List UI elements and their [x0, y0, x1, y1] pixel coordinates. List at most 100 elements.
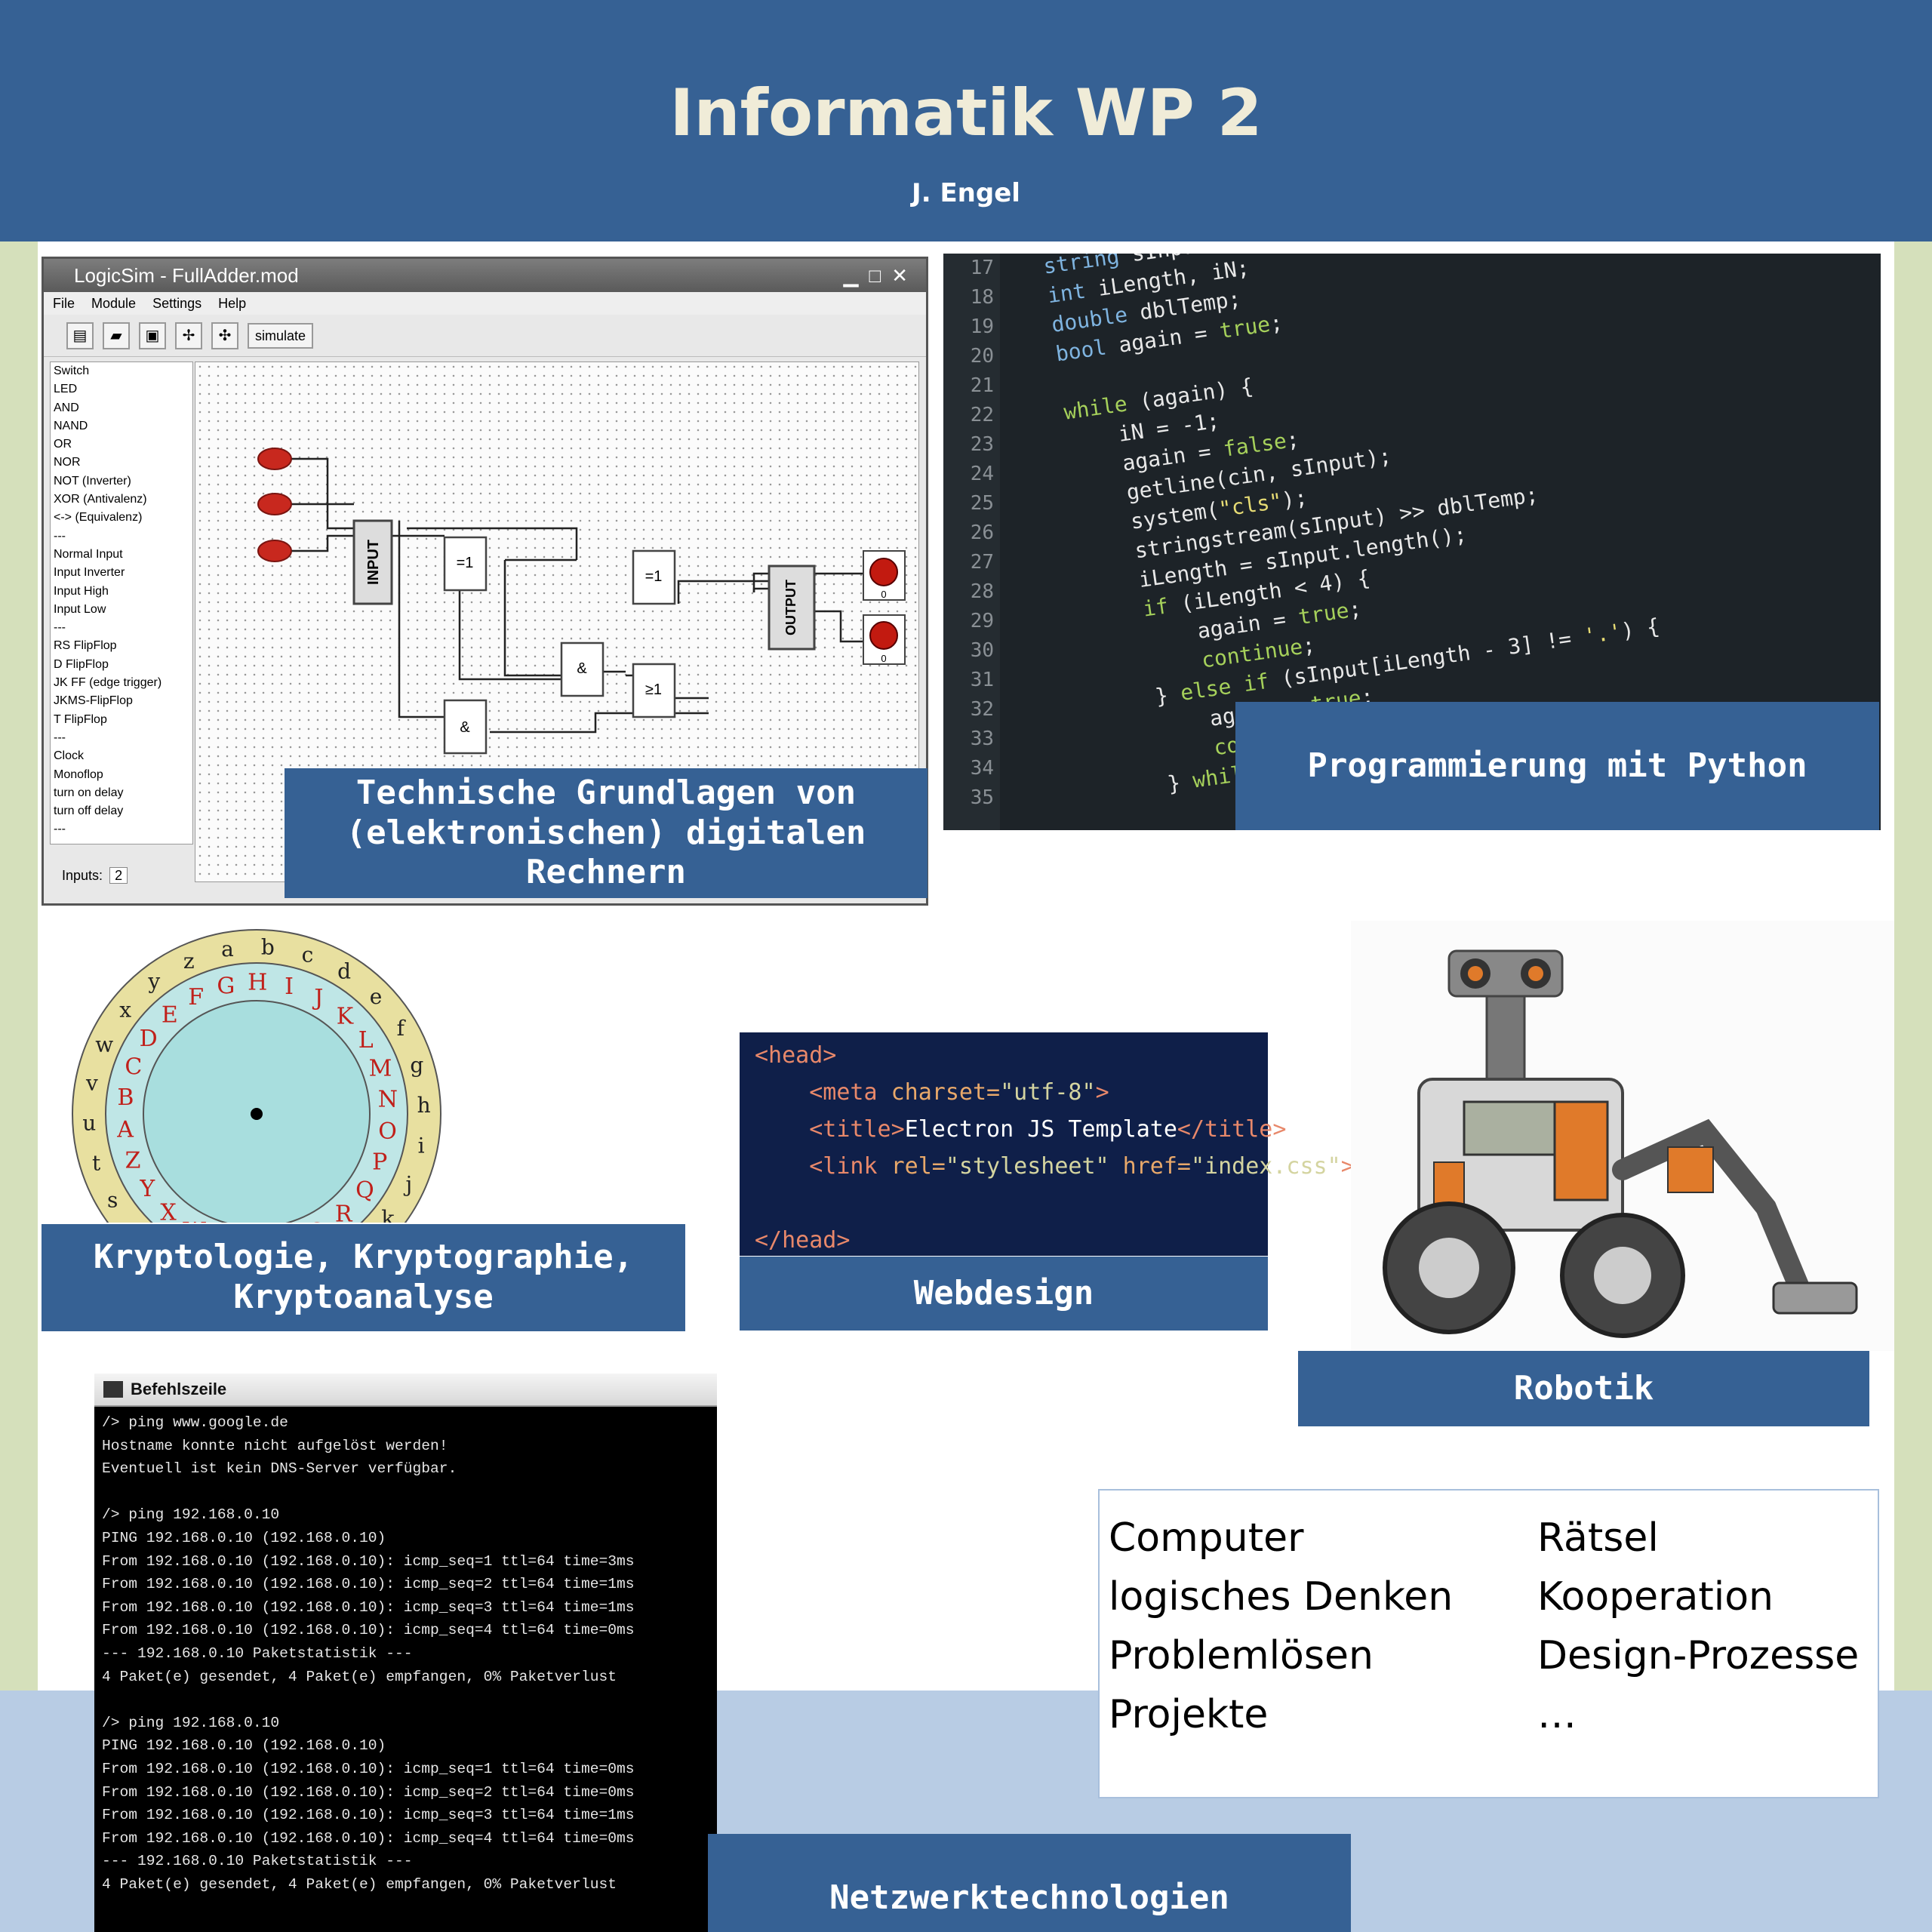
- code-token: charset=: [877, 1079, 1001, 1106]
- xor-gate-2-label: =1: [645, 568, 663, 585]
- line-number: 34: [970, 757, 994, 780]
- inputs-control: Inputs: 2: [62, 867, 128, 884]
- list-item[interactable]: AND: [54, 399, 192, 417]
- cipher-letter: L: [358, 1027, 374, 1054]
- list-item[interactable]: NAND: [54, 417, 192, 435]
- list-item[interactable]: XOR (Antivalenz): [54, 491, 192, 509]
- line-number: 31: [970, 669, 994, 691]
- inputs-label: Inputs:: [62, 868, 103, 883]
- code-token: </head>: [755, 1227, 851, 1254]
- terminal-output[interactable]: /> ping www.google.de Hostname konnte nic…: [94, 1407, 717, 1900]
- list-item[interactable]: Input Inverter: [54, 564, 192, 582]
- line-number-gutter: 17 18 19 20 21 22 23 24 25 26 27 28 29 3…: [943, 254, 1000, 830]
- list-item[interactable]: NOR: [54, 454, 192, 472]
- cipher-letter: e: [370, 984, 383, 1009]
- list-item[interactable]: JKMS-FlipFlop: [54, 692, 192, 710]
- code-token: "index.css": [1191, 1153, 1341, 1180]
- new-file-icon[interactable]: ▤: [66, 321, 94, 349]
- topic-item: Design-Prozesse: [1537, 1633, 1860, 1678]
- lego-robot-illustration: [1383, 949, 1858, 1338]
- list-item[interactable]: T FlipFlop: [54, 711, 192, 729]
- save-icon[interactable]: ▣: [139, 321, 166, 349]
- cipher-letter: M: [369, 1056, 392, 1082]
- menu-help[interactable]: Help: [218, 296, 246, 312]
- open-folder-icon[interactable]: ▰: [103, 321, 130, 349]
- list-item[interactable]: turn off delay: [54, 802, 192, 820]
- code-token: <link: [809, 1153, 878, 1180]
- list-item[interactable]: OR: [54, 435, 192, 454]
- label-webdesign: Webdesign: [740, 1257, 1268, 1331]
- list-item[interactable]: Input Low: [54, 601, 192, 619]
- cipher-letter: P: [372, 1149, 387, 1176]
- terminal-line: From 192.168.0.10 (192.168.0.10): icmp_s…: [102, 1598, 635, 1616]
- cipher-letter: N: [378, 1087, 398, 1113]
- terminal-icon: [103, 1381, 123, 1398]
- cipher-letter: E: [162, 1002, 178, 1029]
- disk-center: [251, 1108, 263, 1120]
- menu-settings[interactable]: Settings: [152, 296, 202, 312]
- logicsim-titlebar: LogicSim - FullAdder.mod ▁□✕: [44, 259, 926, 292]
- line-number: 32: [970, 698, 994, 721]
- line-number: 29: [970, 610, 994, 632]
- menu-file[interactable]: File: [53, 296, 75, 312]
- list-item[interactable]: NOT (Inverter): [54, 472, 192, 491]
- list-item[interactable]: Monoflop: [54, 766, 192, 784]
- list-item[interactable]: <-> (Equivalenz): [54, 509, 192, 527]
- list-item[interactable]: Input High: [54, 583, 192, 601]
- terminal-line: --- 192.168.0.10 Paketstatistik ---: [102, 1853, 413, 1870]
- code-token: href=: [1109, 1153, 1191, 1180]
- inputs-select[interactable]: 2: [109, 867, 128, 884]
- cipher-letter: F: [188, 984, 204, 1011]
- caesar-cipher-disk: abcdefghijklmnopqrstuvwxyzDEFGHIJKLMNOPQ…: [72, 929, 441, 1223]
- code-token: "stylesheet": [945, 1153, 1109, 1180]
- list-item: ---: [54, 823, 66, 836]
- terminal-line: Hostname konnte nicht aufgelöst werden!: [102, 1437, 448, 1454]
- line-number: 26: [970, 521, 994, 544]
- header-banner: Informatik WP 2 J. Engel: [0, 0, 1932, 242]
- list-item[interactable]: LED: [54, 380, 192, 398]
- html-code-snippet: <head> <meta charset="utf-8"> <title>Ele…: [740, 1032, 1355, 1256]
- list-item[interactable]: Switch: [54, 362, 192, 380]
- cipher-letter: w: [95, 1032, 113, 1057]
- simulate-button[interactable]: simulate: [248, 322, 314, 349]
- cipher-letter: H: [248, 970, 267, 996]
- terminal-line: 4 Paket(e) gesendet, 4 Paket(e) empfange…: [102, 1668, 617, 1685]
- cipher-letter: Z: [125, 1148, 141, 1174]
- poster-title: Informatik WP 2: [669, 75, 1263, 151]
- label-krypto: Kryptologie, Kryptographie, Kryptoanalys…: [42, 1224, 685, 1331]
- terminal-line: /> ping 192.168.0.10: [102, 1506, 280, 1524]
- list-item[interactable]: turn on delay: [54, 784, 192, 802]
- led-2: [869, 621, 898, 650]
- cipher-letter: W: [183, 1218, 206, 1223]
- line-number: 30: [970, 639, 994, 662]
- list-item[interactable]: RS FlipFlop: [54, 637, 192, 655]
- remove-point-icon[interactable]: ✣: [211, 321, 238, 349]
- code-token: <meta: [809, 1079, 878, 1106]
- label-netzwerk: Netzwerktechnologien: [708, 1834, 1351, 1932]
- cipher-letter: b: [261, 934, 275, 959]
- led-1: [869, 558, 898, 586]
- xor-gate-1-label: =1: [457, 555, 474, 571]
- cipher-letter: h: [417, 1093, 431, 1118]
- menu-module[interactable]: Module: [91, 296, 136, 312]
- component-list[interactable]: Switch LED AND NAND OR NOR NOT (Inverter…: [50, 361, 193, 844]
- list-item[interactable]: D FlipFlop: [54, 656, 192, 674]
- line-number: 18: [970, 286, 994, 309]
- list-item[interactable]: JK FF (edge trigger): [54, 674, 192, 692]
- label-robotik: Robotik: [1298, 1351, 1869, 1426]
- list-item[interactable]: Clock: [54, 747, 192, 765]
- led-1-value: 0: [881, 589, 886, 600]
- cipher-letter: t: [92, 1150, 101, 1175]
- terminal-line: PING 192.168.0.10 (192.168.0.10): [102, 1529, 386, 1546]
- and-gate-1-label: &: [460, 719, 470, 736]
- cipher-letter: x: [119, 998, 131, 1023]
- label-python: Programmierung mit Python: [1235, 702, 1879, 830]
- add-point-icon[interactable]: ✢: [175, 321, 202, 349]
- window-controls: ▁□✕: [843, 263, 918, 287]
- cipher-letter: k: [381, 1206, 395, 1223]
- topics-box: Computer logisches Denken Problemlösen P…: [1098, 1489, 1879, 1798]
- topic-item: logisches Denken: [1109, 1574, 1454, 1620]
- list-item[interactable]: Normal Input: [54, 546, 192, 564]
- led-2-value: 0: [881, 653, 886, 664]
